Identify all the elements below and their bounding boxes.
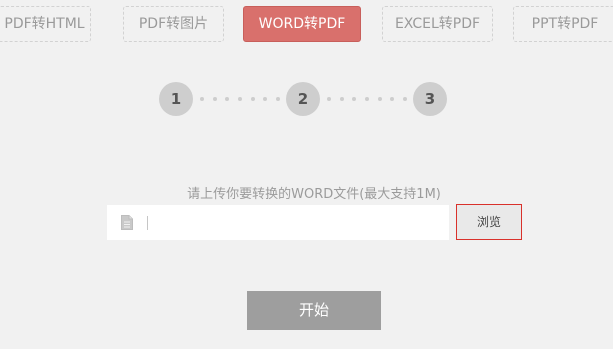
- step-2: 2: [286, 82, 320, 116]
- tab-pdf-to-image[interactable]: PDF转图片: [123, 6, 224, 42]
- step-connector-1: [200, 97, 280, 101]
- document-icon: [121, 215, 133, 230]
- start-button[interactable]: 开始: [247, 291, 381, 330]
- browse-button[interactable]: 浏览: [456, 204, 522, 240]
- tab-pdf-to-html[interactable]: PDF转HTML: [0, 6, 91, 42]
- step-3: 3: [413, 82, 447, 116]
- upload-hint: 请上传你要转换的WORD文件(最大支持1M): [187, 187, 441, 202]
- tab-excel-to-pdf[interactable]: EXCEL转PDF: [382, 6, 493, 42]
- step-connector-2: [327, 97, 407, 101]
- file-path-field[interactable]: [107, 205, 449, 240]
- step-1: 1: [159, 82, 193, 116]
- file-path-input[interactable]: [145, 205, 441, 240]
- tab-word-to-pdf[interactable]: WORD转PDF: [243, 6, 361, 42]
- tab-ppt-to-pdf[interactable]: PPT转PDF: [513, 6, 613, 42]
